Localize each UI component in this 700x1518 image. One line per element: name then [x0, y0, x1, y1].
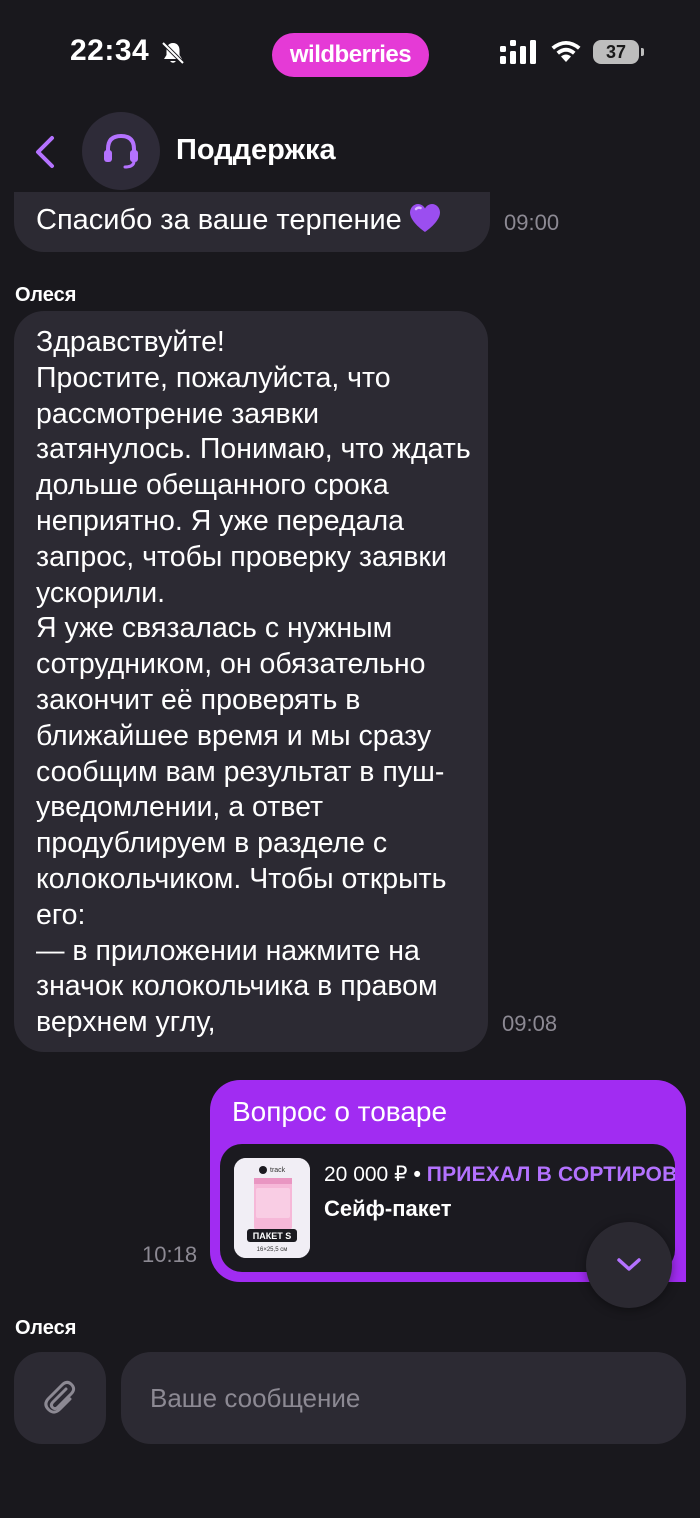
chat-screen: 22:34 wildberries 37 Поддержка Спасибо з…	[0, 0, 700, 1518]
message-bubble[interactable]: Здравствуйте! Простите, пожалуйста, что …	[14, 311, 488, 1052]
product-name: Сейф-пакет	[324, 1196, 452, 1221]
typing-sender-name: Олеся	[15, 1317, 77, 1339]
scroll-down-button[interactable]	[586, 1222, 672, 1308]
message-time: 09:00	[504, 210, 560, 235]
battery-icon: 37	[593, 40, 644, 64]
bell-slash-icon	[160, 40, 186, 71]
separator-dot: •	[413, 1163, 421, 1186]
product-thumb-label: ПАКЕТ S	[253, 1231, 291, 1241]
wildberries-badge[interactable]: wildberries	[272, 33, 429, 77]
message-input[interactable]	[121, 1352, 686, 1444]
product-meta: 20 000 ₽ • ПРИЕХАЛ В СОРТИРОВ	[324, 1162, 675, 1187]
wifi-icon	[550, 40, 582, 69]
product-status: ПРИЕХАЛ В СОРТИРОВ	[426, 1163, 675, 1186]
message-text: Спасибо за ваше терпение	[36, 204, 402, 236]
sender-name: Олеся	[15, 284, 77, 306]
message-text-row: Спасибо за ваше терпение	[36, 202, 442, 238]
status-bar: 22:34 wildberries 37	[0, 0, 700, 105]
chevron-down-icon	[617, 1258, 641, 1271]
message-time: 10:18	[142, 1242, 198, 1267]
headset-icon	[104, 133, 138, 169]
product-thumbnail: track ПАКЕТ S 16×25,5 см	[234, 1158, 310, 1258]
product-price: 20 000 ₽	[324, 1163, 408, 1186]
paperclip-icon	[44, 1380, 76, 1414]
product-thumb-size: 16×25,5 см	[257, 1247, 288, 1253]
back-button[interactable]	[28, 132, 62, 172]
product-thumb-brand: track	[270, 1167, 286, 1174]
chevron-left-icon	[36, 136, 54, 168]
support-avatar[interactable]	[82, 112, 160, 190]
page-title: Поддержка	[176, 134, 336, 166]
status-time: 22:34	[70, 34, 150, 67]
signal-icon	[500, 40, 538, 69]
purple-heart-icon	[408, 202, 442, 234]
message-text: Здравствуйте! Простите, пожалуйста, что …	[36, 326, 471, 1039]
attach-button[interactable]	[14, 1352, 106, 1444]
message-list[interactable]: Спасибо за ваше терпение 09:00 Олеся Здр…	[0, 192, 700, 1342]
message-title: Вопрос о товаре	[232, 1096, 448, 1127]
chat-header: Поддержка	[0, 110, 700, 192]
message-bubble[interactable]: Спасибо за ваше терпение	[14, 192, 490, 252]
message-time: 09:08	[502, 1011, 558, 1036]
